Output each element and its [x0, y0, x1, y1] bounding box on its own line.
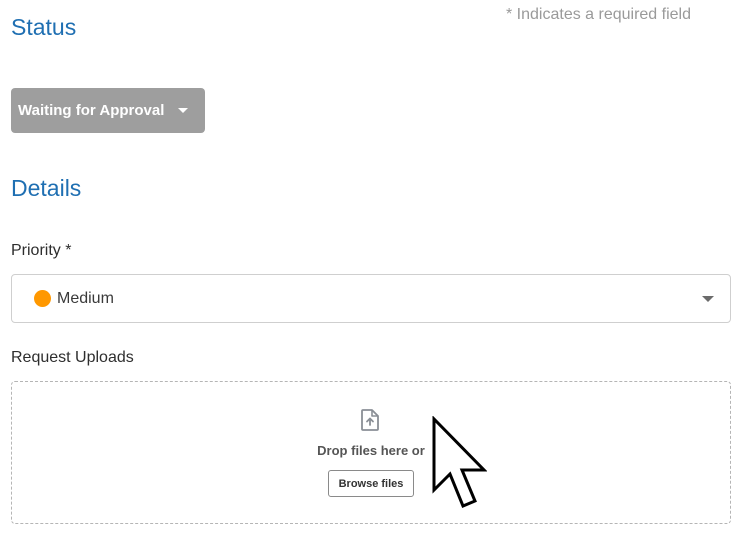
caret-down-icon: [178, 108, 189, 113]
priority-value: Medium: [57, 289, 114, 307]
details-heading: Details: [11, 175, 82, 201]
file-dropzone[interactable]: Drop files here or Browse files: [11, 381, 731, 524]
priority-label: Priority *: [11, 242, 72, 259]
chevron-down-icon: [702, 296, 714, 302]
request-form: * Indicates a required field Status Wait…: [0, 0, 743, 542]
request-uploads-label: Request Uploads: [11, 349, 134, 366]
status-dropdown-label: Waiting for Approval: [18, 102, 165, 119]
required-field-note: * Indicates a required field: [506, 6, 691, 23]
status-dropdown[interactable]: Waiting for Approval: [11, 88, 205, 133]
priority-select[interactable]: Medium: [11, 274, 731, 323]
priority-color-dot: [34, 290, 51, 307]
mouse-cursor-icon: [431, 415, 488, 517]
file-upload-icon: [360, 409, 380, 436]
drop-files-text: Drop files here or: [317, 443, 425, 458]
status-heading: Status: [11, 14, 77, 40]
browse-files-button[interactable]: Browse files: [328, 470, 414, 497]
